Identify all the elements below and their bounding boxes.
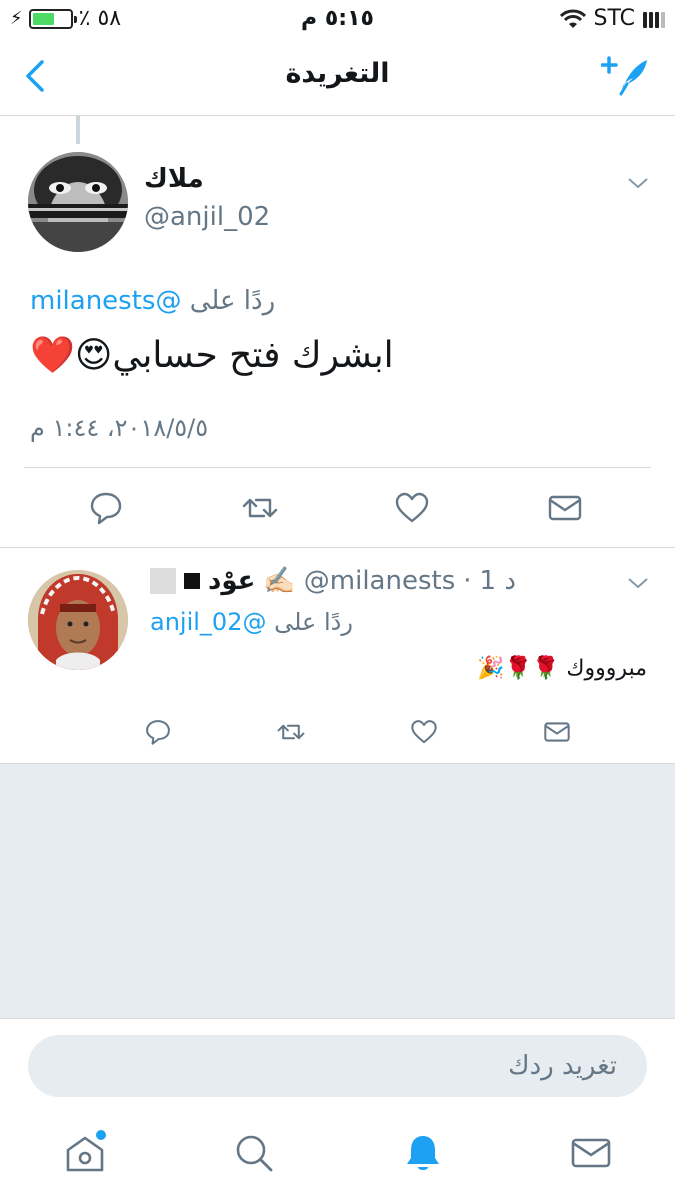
- reply-input[interactable]: [28, 1035, 647, 1097]
- empty-area: [0, 764, 675, 1018]
- writing-hand-emoji: ✍🏻: [263, 566, 296, 596]
- reply-context-prefix: ردًا على: [189, 286, 276, 316]
- messages-icon[interactable]: [570, 1132, 612, 1174]
- carrier-name: STC: [593, 6, 635, 31]
- new-content-dot: [96, 1130, 106, 1140]
- retweet-icon[interactable]: [277, 718, 305, 746]
- search-icon[interactable]: [233, 1132, 275, 1174]
- direct-message-icon[interactable]: [543, 718, 571, 746]
- reply-tweet[interactable]: عوْد ✍🏻 @milanests · 1 د ردًا على @anjil…: [0, 548, 675, 764]
- reply-mention-link[interactable]: @milanests: [30, 286, 181, 316]
- reply-context-prefix: ردًا على: [274, 608, 353, 636]
- thread-connector: [76, 116, 80, 144]
- reply-icon[interactable]: [88, 490, 124, 526]
- reply-icon[interactable]: [144, 718, 172, 746]
- author-avatar[interactable]: [28, 152, 128, 252]
- wifi-icon: [559, 9, 586, 28]
- reply-header: عوْد ✍🏻 @milanests · 1 د: [150, 566, 516, 596]
- reply-author-name[interactable]: عوْد: [208, 566, 255, 596]
- like-heart-icon[interactable]: [410, 718, 438, 746]
- author-handle[interactable]: @anjil_02: [144, 202, 270, 232]
- square-emoji-icon: [150, 568, 176, 594]
- direct-message-icon[interactable]: [547, 490, 583, 526]
- reply-mention-link[interactable]: @anjil_02: [150, 608, 266, 636]
- reply-actions: [0, 718, 675, 746]
- like-heart-icon[interactable]: [394, 490, 430, 526]
- reply-text: مبروووك 🌹🌹🎉: [477, 656, 647, 681]
- divider: [24, 467, 651, 468]
- page-title: التغريدة: [285, 58, 390, 89]
- reply-composer: [0, 1018, 675, 1112]
- chevron-down-icon[interactable]: [627, 176, 649, 190]
- reply-time-ago: 1 د: [479, 566, 516, 596]
- notifications-bell-icon[interactable]: [402, 1132, 444, 1174]
- navigation-bar: التغريدة: [0, 38, 675, 116]
- status-bar: ⚡ ٪ ٥٨ ٥:١٥ م STC: [0, 0, 675, 38]
- tweet-text: ابشرك فتح حسابي😍❤️: [30, 335, 394, 376]
- chevron-down-icon[interactable]: [627, 576, 649, 590]
- reply-author-avatar[interactable]: [28, 570, 128, 670]
- reply-context: ردًا على @milanests: [30, 286, 275, 316]
- tweet-actions: [0, 490, 675, 526]
- black-square-emoji-icon: [184, 573, 200, 589]
- compose-tweet-icon[interactable]: [601, 54, 651, 98]
- main-tweet[interactable]: ملاك @anjil_02 ردًا على @milanests ابشرك…: [0, 116, 675, 548]
- tweet-timestamp: ٢٠١٨/٥/٥، ١:٤٤ م: [30, 414, 209, 442]
- retweet-icon[interactable]: [242, 490, 278, 526]
- tab-bar: [0, 1112, 675, 1200]
- reply-context: ردًا على @anjil_02: [150, 608, 353, 636]
- reply-author-handle[interactable]: @milanests: [304, 566, 455, 596]
- author-name[interactable]: ملاك: [144, 164, 204, 194]
- signal-strength-icon: [643, 10, 665, 28]
